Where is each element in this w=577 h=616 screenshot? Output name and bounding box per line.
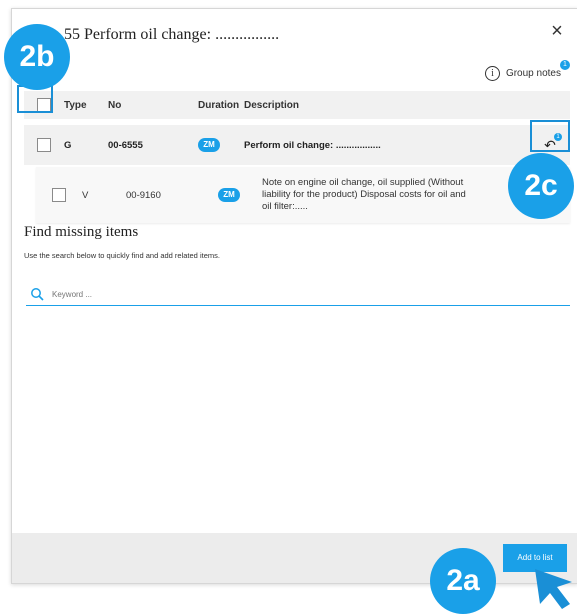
- table-header: Type No Duration Description: [24, 91, 570, 119]
- cursor-arrow-icon: [535, 569, 572, 609]
- annotation-2a-badge: 2a: [430, 548, 496, 614]
- column-header-description: Description: [244, 99, 300, 111]
- duration-badge: ZM: [198, 138, 220, 152]
- group-notes-badge: 1: [560, 60, 570, 70]
- row-description: Perform oil change: .................: [244, 139, 381, 151]
- close-icon[interactable]: ×: [547, 21, 567, 41]
- duration-badge: ZM: [218, 188, 240, 202]
- search-input[interactable]: [50, 288, 454, 300]
- table-row[interactable]: V 00-9160 ZM Note on engine oil change, …: [36, 167, 570, 223]
- find-missing-title: Find missing items: [24, 224, 139, 240]
- row-number: 00-6555: [108, 139, 143, 151]
- find-missing-subtitle: Use the search below to quickly find and…: [24, 251, 220, 260]
- annotation-2b-badge: 2b: [4, 24, 70, 90]
- annotation-highlight-notes: [530, 120, 570, 152]
- column-header-duration: Duration: [198, 99, 240, 111]
- group-notes-label: Group notes: [505, 67, 561, 79]
- oil-change-dialog: 55 Perform oil change: ................ …: [11, 8, 577, 584]
- dialog-title: 55 Perform oil change: ................: [64, 26, 280, 43]
- search-field[interactable]: [26, 283, 570, 306]
- group-notes-button[interactable]: i Group notes 1: [484, 60, 570, 82]
- row-checkbox[interactable]: [37, 138, 51, 152]
- row-number: 00-9160: [126, 189, 161, 201]
- info-icon: i: [484, 65, 500, 81]
- row-checkbox[interactable]: [52, 188, 66, 202]
- row-type: V: [82, 189, 89, 201]
- column-header-type: Type: [64, 99, 87, 111]
- row-type: G: [64, 139, 72, 151]
- search-icon: [31, 288, 44, 301]
- column-header-no: No: [108, 99, 122, 111]
- table-row[interactable]: G 00-6555 ZM Perform oil change: .......…: [24, 125, 570, 165]
- row-description: Note on engine oil change, oil supplied …: [262, 177, 466, 212]
- annotation-2c-badge: 2c: [508, 153, 574, 219]
